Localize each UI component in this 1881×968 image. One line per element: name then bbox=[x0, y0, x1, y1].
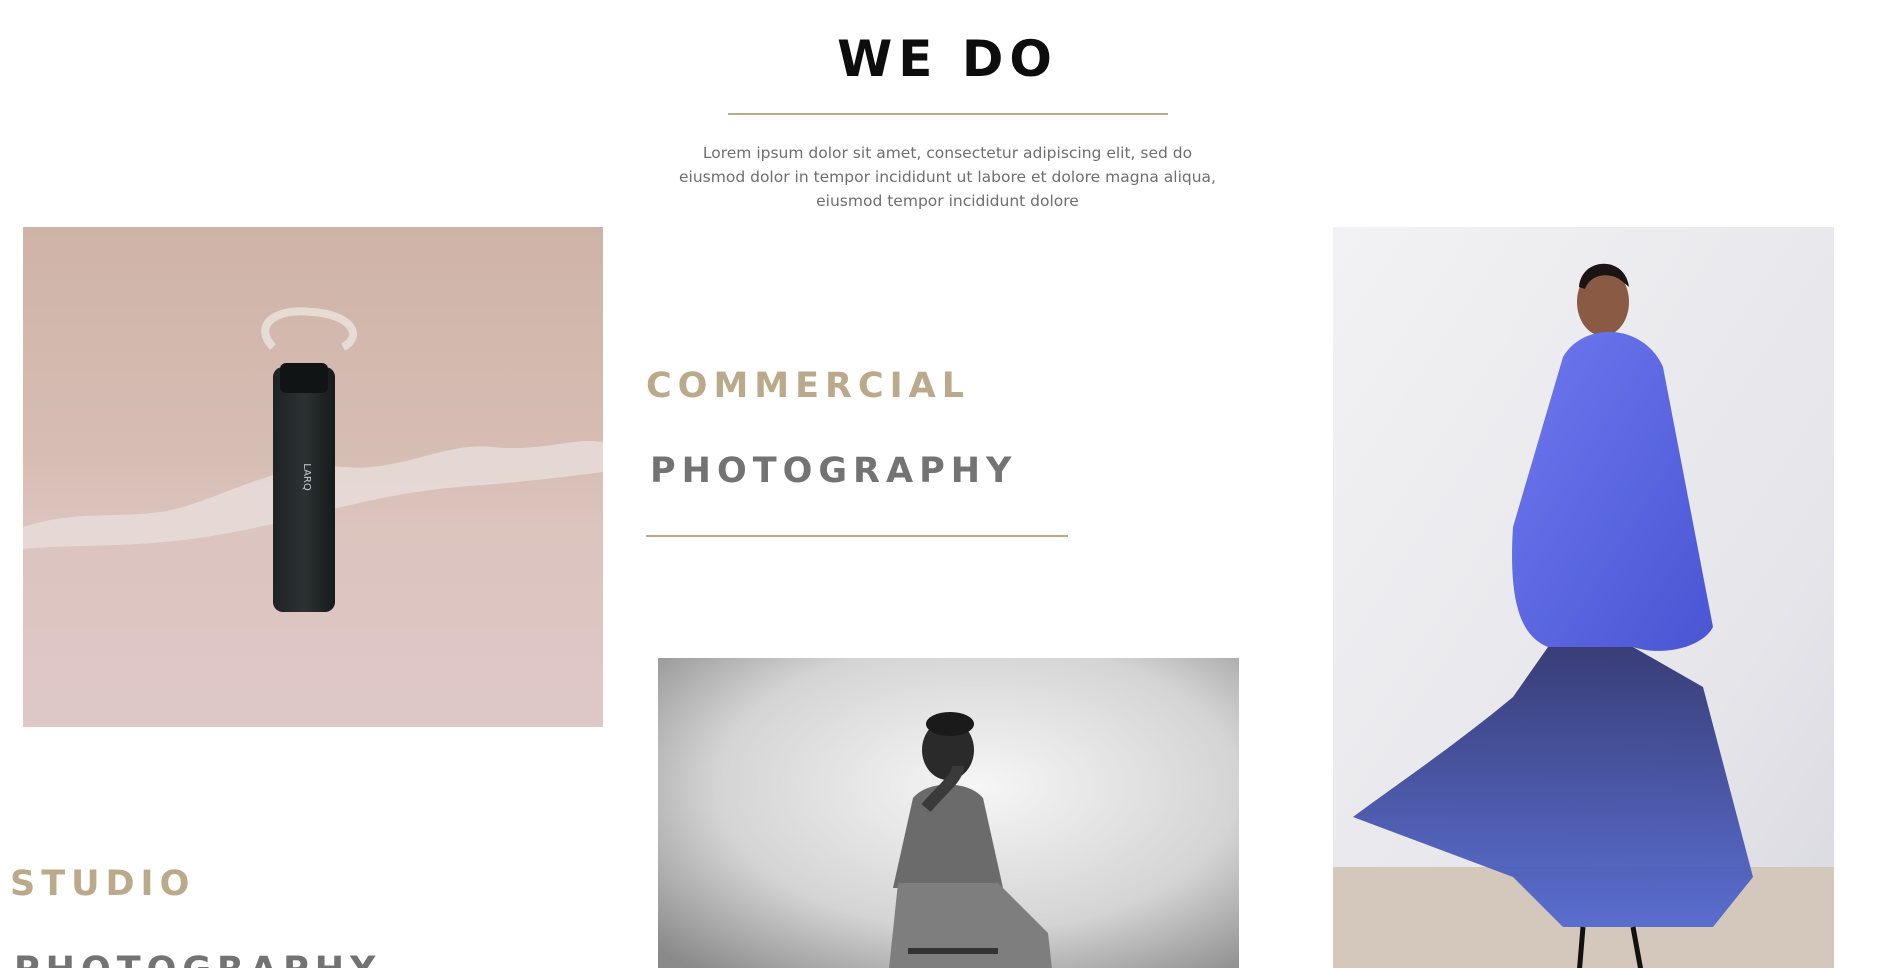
title-divider bbox=[728, 113, 1168, 115]
bottle-icon: LARQ bbox=[273, 363, 335, 612]
fashion-photo-image bbox=[1333, 227, 1834, 968]
product-bottle-photo[interactable]: LARQ bbox=[23, 227, 603, 727]
bottle-photo-image: LARQ bbox=[23, 227, 603, 727]
service-divider bbox=[646, 535, 1068, 537]
service-studio-title[interactable]: STUDIO bbox=[10, 864, 195, 904]
section-intro: Lorem ipsum dolor sit amet, consectetur … bbox=[679, 144, 1216, 210]
service-studio-subtitle[interactable]: PHOTOGRAPHY bbox=[14, 950, 381, 968]
studio-portrait-photo[interactable] bbox=[658, 658, 1239, 968]
service-commercial-subtitle[interactable]: PHOTOGRAPHY bbox=[650, 451, 1017, 491]
section-title: WE DO bbox=[837, 30, 1058, 88]
portrait-photo-image bbox=[658, 658, 1239, 968]
bottle-label: LARQ bbox=[301, 463, 312, 491]
fashion-model-photo[interactable] bbox=[1333, 227, 1834, 968]
service-commercial-title[interactable]: COMMERCIAL bbox=[646, 366, 970, 406]
